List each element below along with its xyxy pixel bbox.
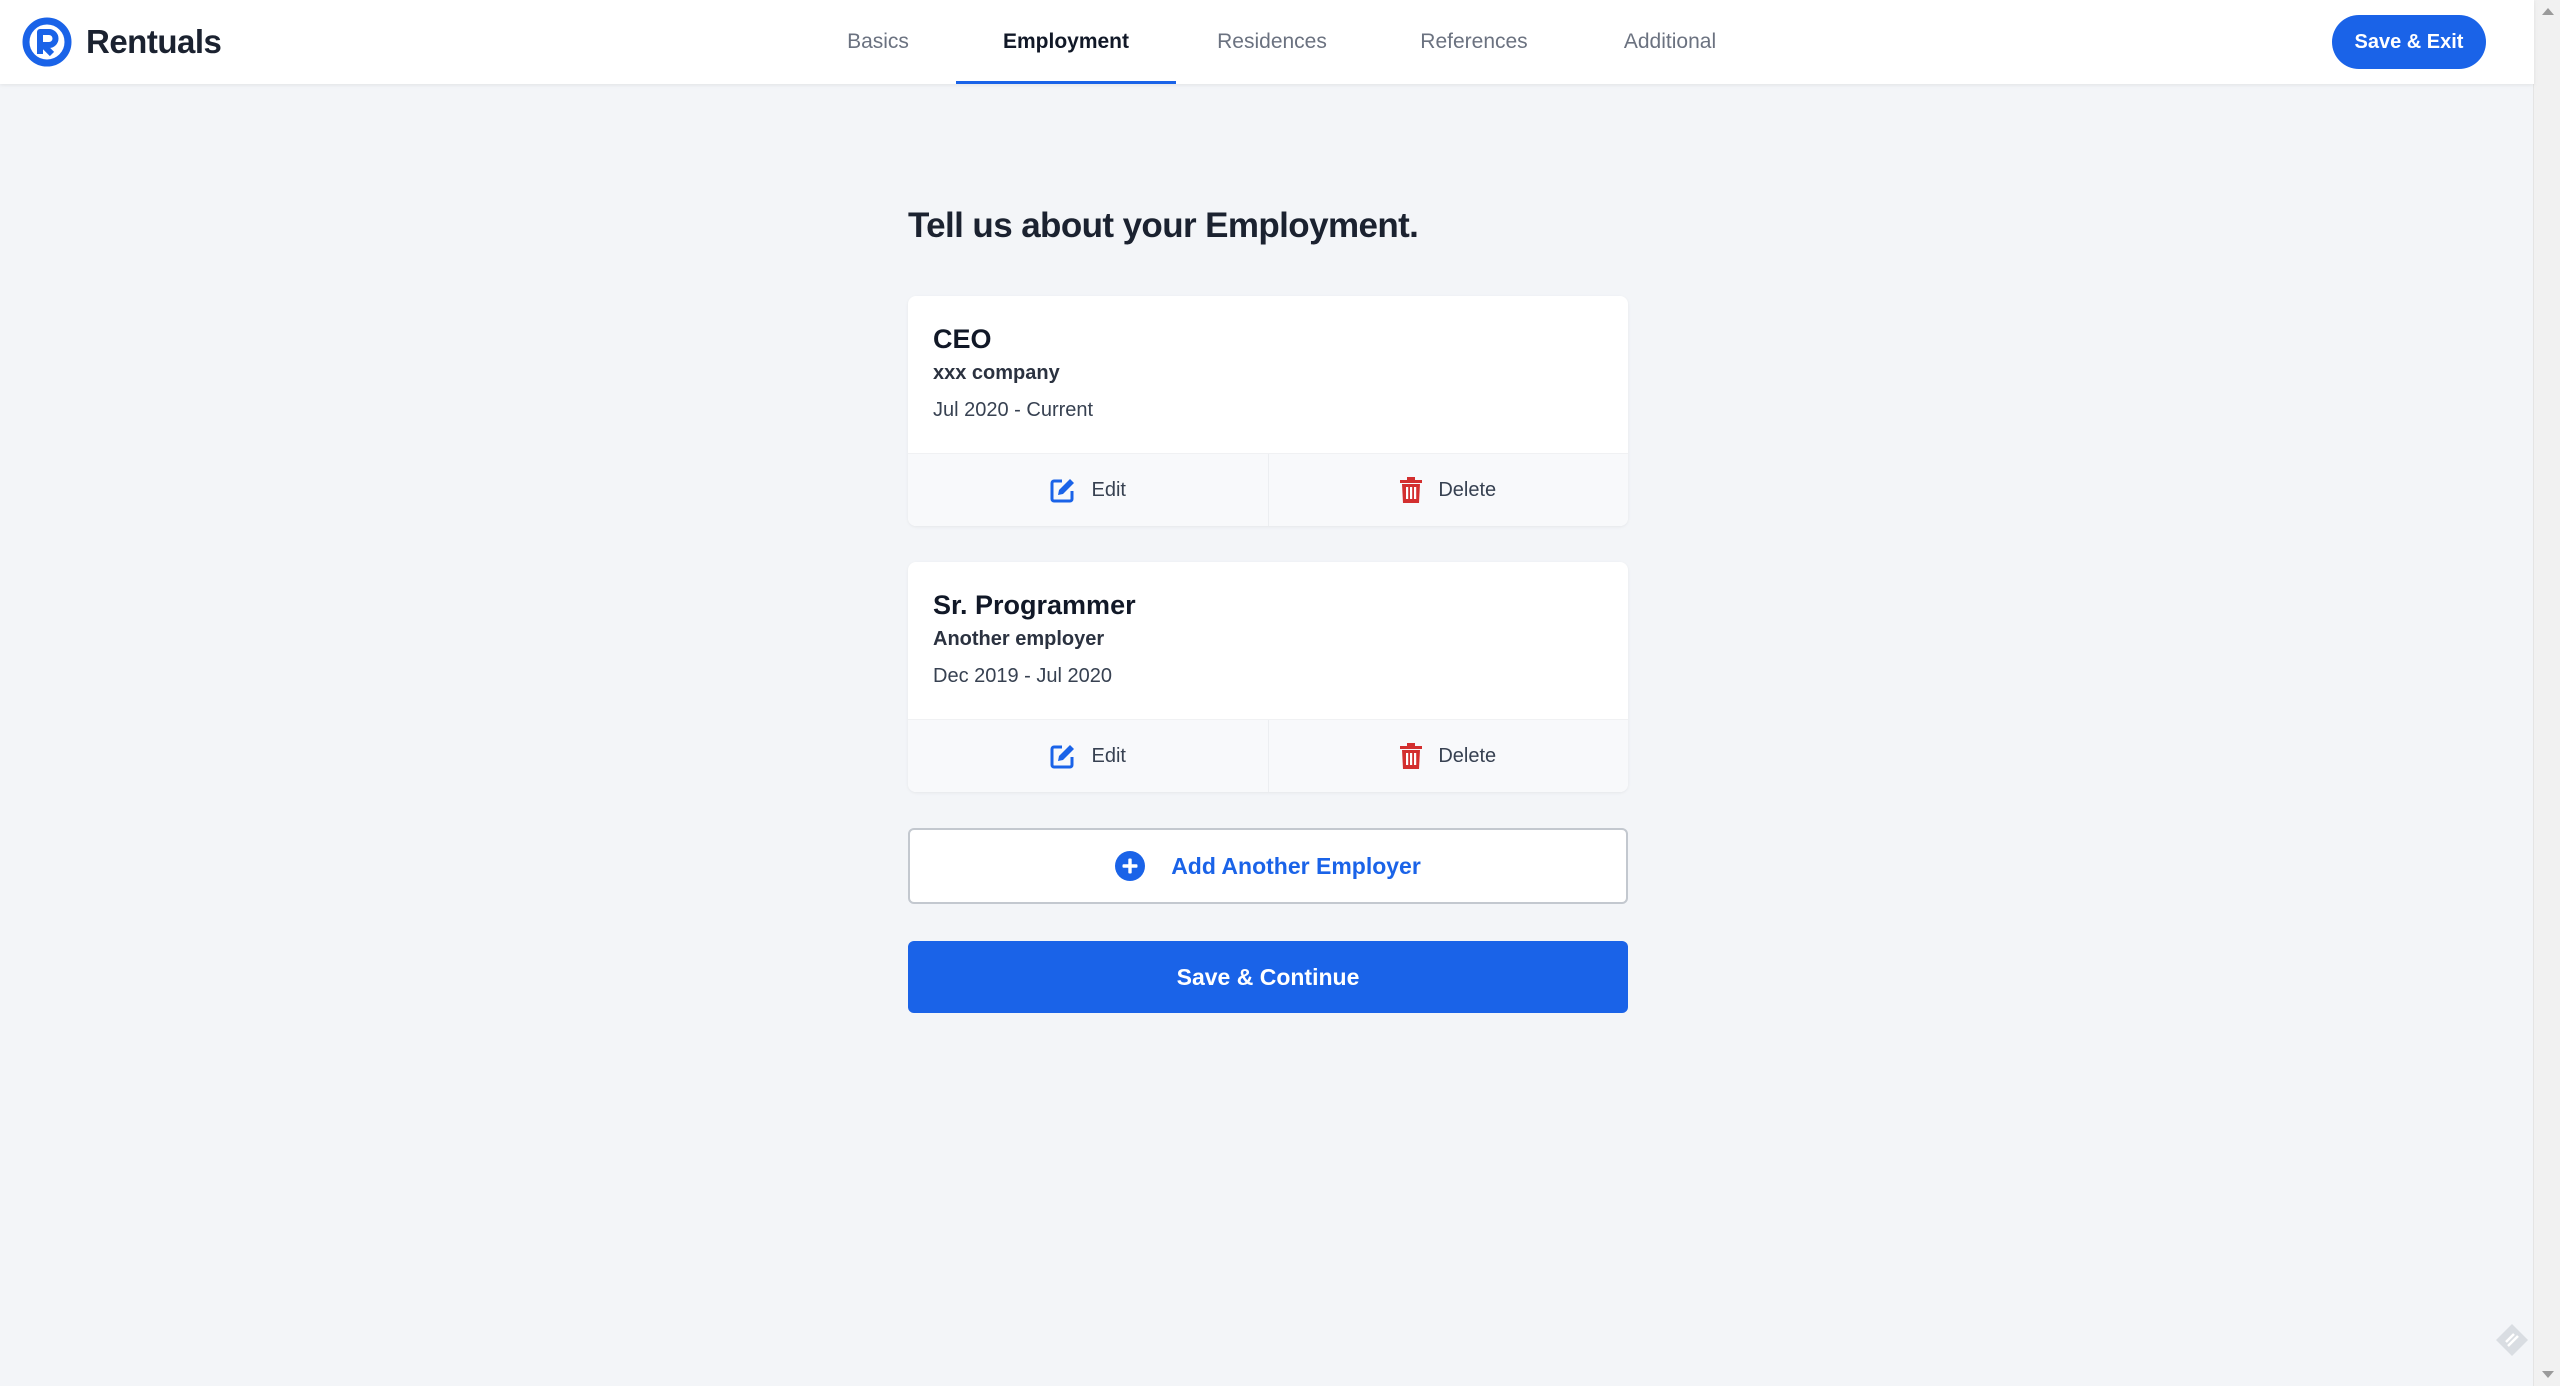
add-employer-label: Add Another Employer (1171, 852, 1421, 879)
tab-references[interactable]: References (1368, 0, 1580, 84)
employer-job-title: CEO (933, 324, 992, 354)
employer-company: Another employer (933, 628, 1105, 650)
save-and-continue-button[interactable]: Save & Continue (908, 941, 1628, 1013)
trash-icon (1400, 477, 1423, 503)
scroll-up-arrow-icon[interactable] (2542, 8, 2554, 15)
employer-card-actions: Edit Delete (908, 453, 1628, 526)
edit-label: Edit (1091, 478, 1126, 501)
employer-dates: Jul 2020 - Current (933, 399, 1094, 421)
edit-employer-button[interactable]: Edit (908, 454, 1268, 526)
edit-icon (1050, 745, 1074, 769)
trash-icon (1400, 743, 1423, 769)
tab-additional[interactable]: Additional (1580, 0, 1760, 84)
edit-icon (1050, 479, 1074, 503)
delete-label: Delete (1438, 478, 1497, 501)
employer-card-actions: Edit Delete (908, 719, 1628, 792)
page-scrollbar[interactable] (2533, 0, 2560, 1386)
employer-card: CEO xxx company Jul 2020 - Current Edit (908, 296, 1628, 526)
save-and-exit-button[interactable]: Save & Exit (2332, 15, 2486, 69)
employer-dates: Dec 2019 - Jul 2020 (933, 665, 1113, 687)
rentuals-logo-icon (22, 17, 72, 67)
page-title: Tell us about your Employment. (908, 206, 1419, 245)
tab-employment[interactable]: Employment (956, 0, 1176, 84)
employer-card: Sr. Programmer Another employer Dec 2019… (908, 562, 1628, 792)
employer-job-title: Sr. Programmer (933, 590, 1136, 620)
feedback-icon[interactable] (2492, 1320, 2532, 1360)
delete-employer-button[interactable]: Delete (1267, 454, 1629, 526)
add-another-employer-button[interactable]: Add Another Employer (908, 828, 1628, 904)
brand-name: Rentuals (86, 23, 222, 60)
tab-residences[interactable]: Residences (1176, 0, 1368, 84)
edit-employer-button[interactable]: Edit (908, 720, 1268, 792)
brand-logo[interactable]: Rentuals (22, 17, 222, 67)
top-navigation-bar: Rentuals Basics Employment Residences Re… (0, 0, 2534, 84)
step-tabs: Basics Employment Residences References … (800, 0, 1760, 84)
delete-employer-button[interactable]: Delete (1267, 720, 1629, 792)
delete-label: Delete (1438, 744, 1497, 767)
plus-circle-icon (1115, 851, 1146, 881)
scroll-down-arrow-icon[interactable] (2542, 1371, 2554, 1378)
employer-company: xxx company (933, 362, 1060, 384)
edit-label: Edit (1091, 744, 1126, 767)
tab-basics[interactable]: Basics (800, 0, 956, 84)
